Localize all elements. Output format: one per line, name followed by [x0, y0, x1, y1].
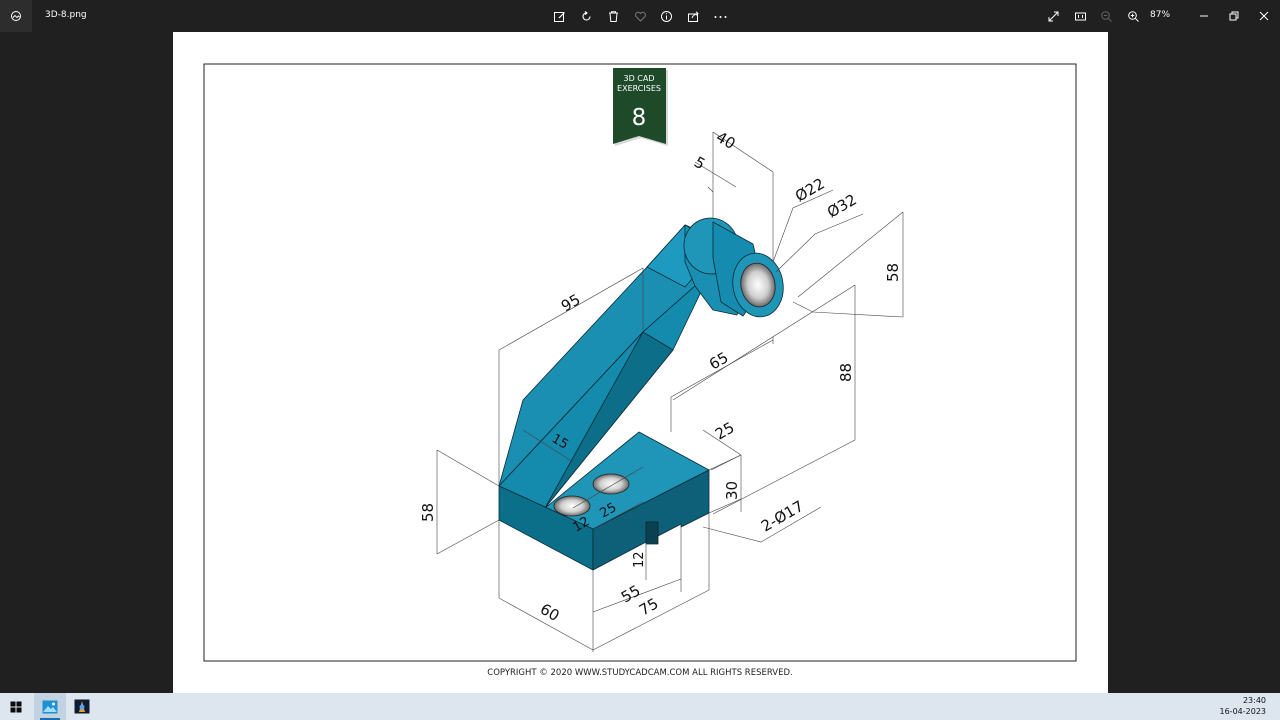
- zoom-level[interactable]: 87%: [1150, 10, 1170, 20]
- share-icon[interactable]: [683, 6, 703, 26]
- title-bar: 3D-8.png 87%: [0, 0, 1280, 32]
- taskbar: 23:40 16-04-2023: [0, 693, 1280, 720]
- zoom-out-icon[interactable]: [1096, 6, 1116, 26]
- base-slot: [645, 521, 659, 545]
- base-hole-back: [592, 473, 630, 495]
- dim-88: 88: [837, 363, 855, 382]
- base-hole-front: [553, 495, 591, 517]
- clock-date: 16-04-2023: [1219, 707, 1267, 716]
- copyright-text: COPYRIGHT © 2020 WWW.STUDYCADCAM.COM ALL…: [487, 668, 792, 678]
- image-viewer[interactable]: 3D CAD EXERCISES 8 40 5 Ø22 Ø32 58 95 65…: [0, 32, 1280, 693]
- favorite-icon[interactable]: [630, 6, 650, 26]
- dim-58-left: 58: [419, 503, 437, 522]
- more-icon[interactable]: [710, 6, 730, 26]
- file-name: 3D-8.png: [45, 10, 87, 20]
- dim-58-right: 58: [884, 263, 902, 282]
- rotate-icon[interactable]: [576, 6, 596, 26]
- fullscreen-icon[interactable]: [1043, 6, 1063, 26]
- cad-drawing: 3D CAD EXERCISES 8 40 5 Ø22 Ø32 58 95 65…: [203, 63, 1077, 678]
- dim-12-b: 12: [632, 551, 647, 568]
- system-clock[interactable]: 23:40 16-04-2023: [1220, 695, 1267, 717]
- dim-30: 30: [723, 481, 741, 500]
- displayed-image: 3D CAD EXERCISES 8 40 5 Ø22 Ø32 58 95 65…: [173, 32, 1108, 693]
- badge-number: 8: [632, 105, 647, 131]
- exercise-badge: 3D CAD EXERCISES 8: [613, 68, 668, 146]
- delete-icon[interactable]: [603, 6, 623, 26]
- restore-icon[interactable]: [1224, 6, 1244, 26]
- edit-icon[interactable]: [549, 6, 569, 26]
- windows-start-icon[interactable]: [0, 693, 32, 720]
- minimize-icon[interactable]: [1194, 6, 1214, 26]
- fit-icon[interactable]: [1070, 6, 1090, 26]
- app-taskbar-icon[interactable]: [66, 693, 98, 720]
- clock-time: 23:40: [1242, 696, 1266, 705]
- photos-taskbar-icon[interactable]: [34, 693, 66, 720]
- info-icon[interactable]: [656, 6, 676, 26]
- badge-title: 3D CAD EXERCISES: [617, 74, 661, 93]
- close-icon[interactable]: [1254, 6, 1274, 26]
- photos-app-icon[interactable]: [0, 0, 32, 32]
- photos-app-window: 3D-8.png 87% 3D CAD EXERCISES 8 40 5 Ø22…: [0, 0, 1280, 720]
- zoom-in-icon[interactable]: [1123, 6, 1143, 26]
